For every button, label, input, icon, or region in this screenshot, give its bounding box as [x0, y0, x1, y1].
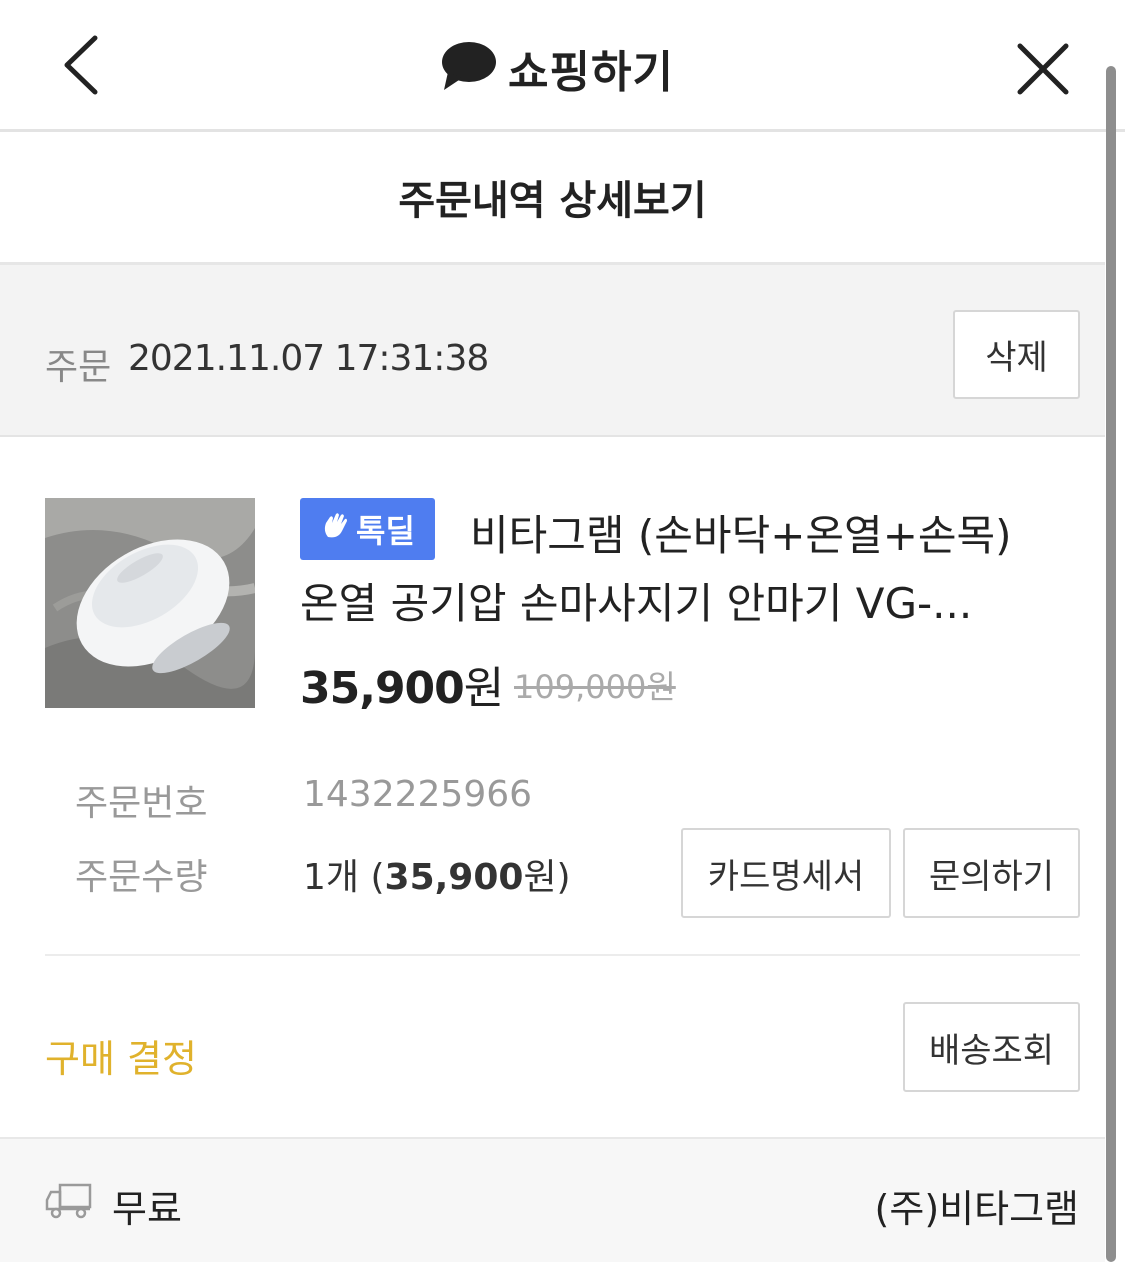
product-title-line2[interactable]: 온열 공기압 손마사지기 안마기 VG-... — [300, 570, 1070, 631]
app-title: 쇼핑하기 — [508, 47, 674, 98]
quantity-price: 35,900 — [384, 857, 524, 898]
truck-icon — [45, 1182, 93, 1220]
original-price: 109,000원 — [514, 668, 676, 706]
price-value: 35,900 — [300, 663, 465, 714]
order-number-label: 주문번호 — [75, 783, 208, 824]
order-quantity-label: 주문수량 — [75, 857, 208, 898]
order-quantity: 1개 (35,900원) — [303, 848, 571, 900]
scrollbar[interactable] — [1106, 66, 1116, 1262]
divider — [45, 954, 1080, 956]
card-statement-button[interactable]: 카드명세서 — [681, 828, 891, 918]
seller-name[interactable]: (주)비타그램 — [875, 1178, 1079, 1233]
inquiry-button[interactable]: 문의하기 — [903, 828, 1080, 918]
product-thumbnail[interactable] — [45, 498, 255, 708]
product-price: 35,900원 — [300, 652, 504, 716]
order-label: 주문 — [45, 347, 112, 388]
badge-label: 톡딜 — [356, 512, 415, 550]
close-icon[interactable] — [1010, 36, 1076, 102]
top-bar: 쇼핑하기 — [0, 0, 1125, 132]
page-header: 주문내역 상세보기 — [0, 132, 1105, 265]
purchase-decide-link[interactable]: 구매 결정 — [45, 1028, 197, 1083]
delivery-tracking-button[interactable]: 배송조회 — [903, 1002, 1080, 1092]
page-title: 주문내역 상세보기 — [398, 178, 707, 224]
shipping-fee: 무료 — [112, 1187, 182, 1231]
back-chevron-icon[interactable] — [55, 30, 115, 100]
talkdeal-badge: 톡딜 — [300, 498, 435, 560]
quantity-prefix: 1개 ( — [303, 857, 385, 898]
order-datetime: 2021.11.07 17:31:38 — [128, 338, 489, 379]
order-number: 1432225966 — [303, 774, 533, 815]
price-unit: 원 — [463, 663, 504, 714]
waving-hand-icon — [320, 509, 352, 549]
quantity-suffix: 원) — [523, 857, 571, 898]
brand: 쇼핑하기 — [440, 40, 674, 98]
product-title-line1[interactable]: 비타그램 (손바닥+온열+손목) — [470, 502, 1012, 563]
delete-button[interactable]: 삭제 — [953, 310, 1080, 399]
speech-bubble-icon — [440, 40, 496, 96]
